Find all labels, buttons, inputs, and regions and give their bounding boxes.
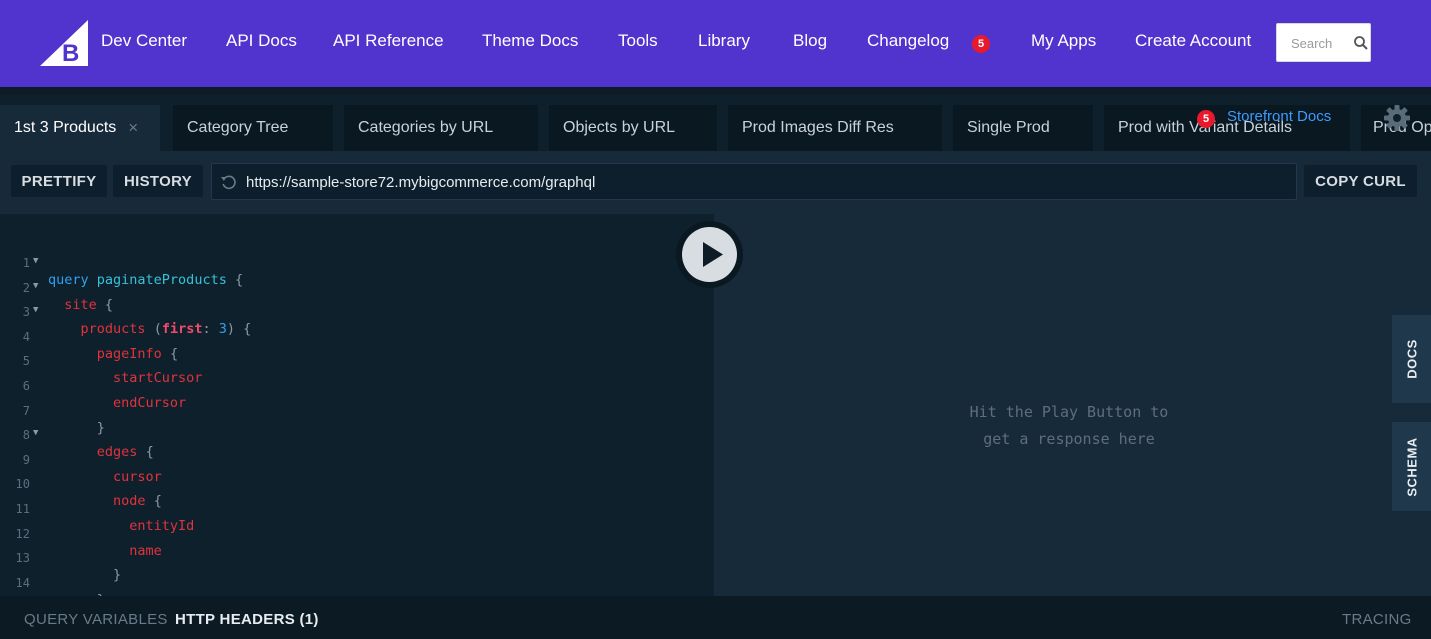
tab-categories-by-url[interactable]: Categories by URL [344, 105, 538, 151]
code-line: 6 endCursor [0, 363, 714, 411]
nav-theme-docs[interactable]: Theme Docs [482, 31, 578, 51]
docs-side-tab[interactable]: DOCS [1392, 315, 1431, 403]
query-editor[interactable]: 1 ▼ query paginateProducts { 2 ▼ site { 3 ▼… [0, 214, 714, 596]
code-line: 7 } [0, 388, 714, 436]
tab-single-prod[interactable]: Single Prod [953, 105, 1093, 151]
nav-dev-center[interactable]: Dev Center [101, 31, 187, 51]
code-line: 4 pageInfo { [0, 314, 714, 362]
search-placeholder: Search [1291, 36, 1333, 51]
query-tabs: 1st 3 Products × Category Tree Categorie… [0, 95, 1431, 151]
search-input[interactable]: Search [1276, 23, 1371, 62]
reload-icon[interactable] [220, 174, 238, 192]
top-nav: B Dev Center API Docs API Reference Them… [0, 0, 1431, 87]
code-line: 11 entityId [0, 486, 714, 534]
tab-1st-3-products[interactable]: 1st 3 Products × [0, 105, 160, 151]
code-line: 1 ▼ query paginateProducts { [0, 240, 714, 288]
code-line: 10 node { [0, 461, 714, 509]
tab-label: Categories by URL [358, 119, 494, 136]
nav-changelog[interactable]: Changelog [867, 31, 949, 51]
query-variables-tab[interactable]: QUERY VARIABLES [24, 611, 168, 628]
nav-api-docs[interactable]: API Docs [226, 31, 297, 51]
tab-category-tree[interactable]: Category Tree [173, 105, 333, 151]
editor-toolbar: PRETTIFY HISTORY https://sample-store72.… [0, 151, 1431, 214]
results-hint: Hit the Play Button to get a response he… [944, 399, 1194, 453]
history-button[interactable]: HISTORY [113, 165, 203, 197]
code-line: 2 ▼ site { [0, 265, 714, 313]
play-button-face [682, 227, 737, 282]
docs-label: DOCS [1404, 339, 1419, 379]
nav-api-reference[interactable]: API Reference [333, 31, 444, 51]
code-line: 5 startCursor [0, 338, 714, 386]
storefront-badge: 5 [1197, 110, 1215, 128]
tab-objects-by-url[interactable]: Objects by URL [549, 105, 717, 151]
bottom-panel-bar: QUERY VARIABLES HTTP HEADERS (1) TRACING [0, 596, 1431, 639]
tab-label: Single Prod [967, 119, 1050, 136]
tab-label: 1st 3 Products [14, 119, 117, 136]
svg-text:B: B [62, 40, 79, 66]
schema-label: SCHEMA [1404, 436, 1419, 497]
execute-query-button[interactable] [676, 221, 743, 288]
copy-curl-button[interactable]: COPY CURL [1304, 165, 1417, 197]
nav-my-apps[interactable]: My Apps [1031, 31, 1096, 51]
code-line: 12 name [0, 511, 714, 559]
tab-prod-images-diff-res[interactable]: Prod Images Diff Res [728, 105, 942, 151]
tracing-tab[interactable]: TRACING [1342, 611, 1412, 628]
nav-shadow-band [0, 87, 1431, 95]
tab-label: Category Tree [187, 119, 289, 136]
close-icon[interactable]: × [128, 118, 138, 138]
code-line: 8 ▼ edges { [0, 412, 714, 460]
nav-blog[interactable]: Blog [793, 31, 827, 51]
prettify-button[interactable]: PRETTIFY [11, 165, 107, 197]
play-icon [703, 242, 723, 267]
tab-label: Prod Images Diff Res [742, 119, 894, 136]
endpoint-url-input[interactable]: https://sample-store72.mybigcommerce.com… [211, 163, 1297, 200]
code-line: 15 } [0, 584, 714, 596]
tab-label: Objects by URL [563, 119, 676, 136]
results-pane: Hit the Play Button to get a response he… [714, 214, 1431, 596]
gear-icon[interactable] [1383, 104, 1411, 132]
code-line: 3 ▼ products (first: 3) { [0, 289, 714, 337]
hint-line-2: get a response here [983, 430, 1155, 448]
search-icon[interactable] [1353, 35, 1369, 51]
nav-library[interactable]: Library [698, 31, 750, 51]
code-line: 14 } [0, 560, 714, 596]
nav-tools[interactable]: Tools [618, 31, 658, 51]
nav-create-account[interactable]: Create Account [1135, 31, 1251, 51]
schema-side-tab[interactable]: SCHEMA [1392, 422, 1431, 511]
code-line: 13 } [0, 535, 714, 583]
endpoint-url: https://sample-store72.mybigcommerce.com… [246, 174, 596, 191]
http-headers-tab[interactable]: HTTP HEADERS (1) [175, 611, 319, 628]
hint-line-1: Hit the Play Button to [969, 403, 1169, 421]
bigcommerce-logo-icon[interactable]: B [40, 20, 88, 66]
storefront-docs-link[interactable]: Storefront Docs [1227, 108, 1331, 125]
code-line: 9 cursor [0, 437, 714, 485]
changelog-badge: 5 [972, 35, 990, 53]
